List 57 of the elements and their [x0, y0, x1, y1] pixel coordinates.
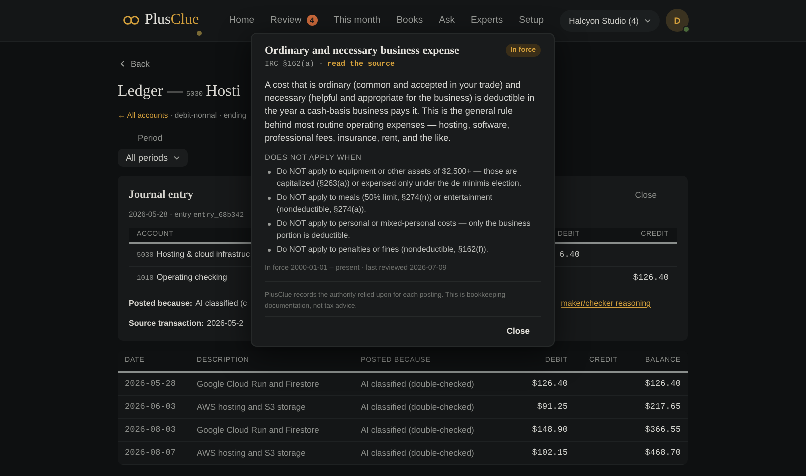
- amount: $126.40: [633, 273, 669, 283]
- logo-icon: [123, 16, 140, 25]
- table-cell: Google Cloud Run and Firestore: [190, 419, 354, 442]
- table-cell: 2026-06-03: [118, 396, 190, 419]
- table-cell: AI classified (double-checked): [354, 396, 495, 419]
- chevron-down-icon: [645, 18, 651, 24]
- exclusion-text: Do NOT apply to meals (50% limit, §274(n)) or entertainment (nondeductible, §274(a)).: [277, 192, 494, 216]
- exclusion-text: Do NOT apply to equipment or other assets of $2,500+ — those are capitalized (§263(a)) or expensed only under the de minimis election.: [277, 166, 523, 190]
- table-cell: AI classified (double-checked): [354, 442, 495, 465]
- nav-link[interactable]: Ask: [431, 15, 463, 26]
- table-cell: 2026-08-03: [118, 419, 190, 442]
- table-cell: $91.25: [495, 396, 575, 419]
- field-value: AI classified (c: [196, 298, 248, 310]
- table-cell: $217.65: [625, 396, 688, 419]
- table-cell: AI classified (double-checked): [354, 419, 495, 442]
- workspace-switcher[interactable]: Halcyon Studio (4): [560, 10, 660, 32]
- nav-link[interactable]: Books: [388, 15, 432, 26]
- field-label: Posted because:: [129, 298, 193, 310]
- bullet-icon: [268, 171, 271, 174]
- chevron-left-icon: [120, 61, 126, 67]
- back-link[interactable]: Back: [120, 59, 150, 69]
- field-label: Source transaction:: [129, 318, 204, 330]
- table-cell: $366.55: [625, 419, 688, 442]
- nav-link[interactable]: Setup: [511, 15, 552, 26]
- avatar[interactable]: D: [666, 9, 689, 32]
- table-cell: $126.40: [625, 373, 688, 396]
- bullet-icon: [268, 249, 271, 252]
- bullet-icon: [268, 223, 271, 226]
- brand-name[interactable]: PlusClue: [145, 12, 200, 29]
- popover-title: Ordinary and necessary business expense: [265, 44, 460, 56]
- table-cell: $126.40: [495, 373, 575, 396]
- nav-link[interactable]: This month: [326, 15, 389, 26]
- nav-link[interactable]: Home: [221, 15, 263, 26]
- description: A cost that is ordinary (common and accepted in your trade) and necessary (helpful and appropriate for the business) is deductible in the year a cash-basis business pays it. This is the general rule behind most routine operating expenses — hosting, software, professional fees, insurance, rent, and the like.: [265, 79, 536, 145]
- card-title: Journal entry: [129, 188, 194, 202]
- table-cell: $102.15: [495, 442, 575, 465]
- online-dot-icon: [683, 26, 690, 33]
- table-cell: $468.70: [625, 442, 688, 465]
- close-button[interactable]: Close: [635, 190, 657, 200]
- close-button[interactable]: Close: [496, 326, 541, 336]
- chevron-down-icon: [174, 155, 180, 161]
- period-select[interactable]: All periods: [118, 149, 188, 167]
- table-cell: $148.90: [495, 419, 575, 442]
- table-cell: AWS hosting and S3 storage: [190, 442, 354, 465]
- bullet-icon: [268, 197, 271, 200]
- exclusion-text: Do NOT apply to penalties or fines (nondeductible, §162(f)).: [277, 244, 489, 256]
- nav-link[interactable]: Experts: [462, 15, 512, 26]
- amount: 6.40: [560, 250, 580, 260]
- table-cell: Google Cloud Run and Firestore: [190, 373, 354, 396]
- period-label: Period: [138, 133, 163, 143]
- table-cell: AI classified (double-checked): [354, 373, 495, 396]
- status-dot-icon: [197, 31, 202, 36]
- field-value: 2026-05-2: [207, 318, 244, 330]
- table-cell: AWS hosting and S3 storage: [190, 396, 354, 419]
- reasoning-link[interactable]: maker/checker reasoning: [561, 298, 651, 310]
- table-cell: 2026-08-07: [118, 442, 190, 465]
- table-cell: 2026-05-28: [118, 373, 190, 396]
